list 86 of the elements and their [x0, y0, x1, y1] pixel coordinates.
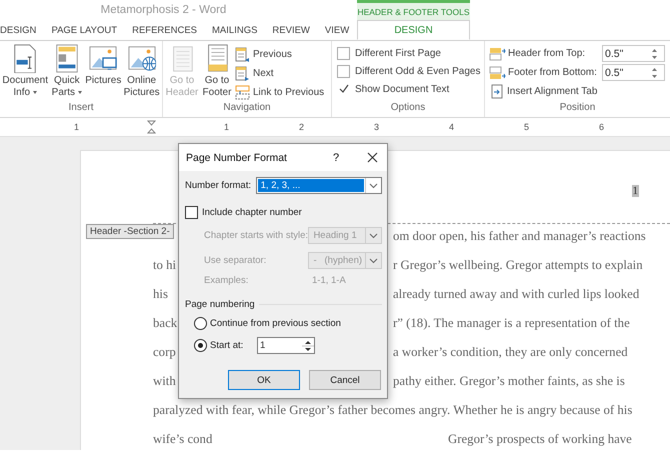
- checkbox[interactable]: [337, 64, 350, 78]
- field-label: Footer from Bottom:: [508, 67, 598, 78]
- checkbox-label: Different First Page: [355, 48, 441, 58]
- ribbon-button[interactable]: Go to Footer: [201, 43, 233, 99]
- ribbon-tab[interactable]: MAILINGS: [212, 22, 258, 38]
- body-text: to hi: [153, 257, 178, 274]
- group-title: Page numbering: [185, 299, 255, 310]
- checkbox-label: Show Document Text: [355, 84, 450, 94]
- field-label: Number format:: [185, 180, 252, 191]
- body-text: corp: [153, 344, 177, 361]
- body-text: back: [153, 315, 178, 332]
- group-label: Options: [390, 102, 426, 115]
- chevron-down-icon: [368, 256, 379, 264]
- body-text: paralyzed with fear, while Gregor’s father becomes angry. Whether he is angry because of his: [153, 403, 632, 417]
- group-label: Insert: [67, 102, 94, 115]
- radio-label: Start at:: [210, 340, 244, 351]
- checkbox[interactable]: [185, 206, 198, 219]
- ruler-number: 1: [222, 122, 230, 132]
- radio-button[interactable]: [194, 317, 207, 330]
- field-label: Use separator:: [204, 255, 268, 266]
- checkbox-label: Different Odd & Even Pages: [355, 66, 480, 76]
- ribbon-button[interactable]: Pictures: [85, 43, 122, 87]
- checkbox-label: Include chapter number: [202, 207, 302, 218]
- link-icon: [235, 84, 251, 100]
- ribbon-button[interactable]: Document Info: [2, 43, 48, 99]
- spin-field[interactable]: 0.5": [602, 64, 665, 81]
- body-text: r Gregor’s wellbeing. Gregor attempts to explain: [393, 257, 644, 274]
- ruler-number: 5: [522, 122, 530, 132]
- body-text: with: [153, 373, 177, 390]
- field-label: Examples:: [204, 275, 250, 286]
- ribbon-tab[interactable]: REFERENCES: [132, 22, 198, 38]
- body-text: his: [153, 286, 169, 303]
- body-text: Gregor’s prospects of working have: [448, 431, 633, 448]
- ribbon-tab[interactable]: PAGE LAYOUT: [51, 22, 118, 38]
- chevron-down-icon: [368, 232, 379, 240]
- body-text: already turned away and with curled lips looked: [393, 286, 640, 303]
- dialog-button[interactable]: OK: [228, 370, 300, 390]
- radio-button[interactable]: [194, 339, 207, 352]
- dropdown[interactable]: 1, 2, 3, ...: [256, 177, 382, 194]
- ribbon-button[interactable]: Quick Parts: [50, 43, 84, 99]
- ruler-number: 3: [372, 122, 380, 132]
- header-section-tag: Header -Section 2-: [86, 224, 174, 239]
- checkbox[interactable]: [337, 46, 350, 60]
- ribbon-tab[interactable]: DESIGN: [0, 22, 36, 38]
- spin-arrows-icon: [651, 66, 658, 78]
- window-title: Metamorphosis 2 - Word: [100, 4, 226, 16]
- body-text: wife’s cond: [153, 431, 214, 448]
- body-text: om door open, his father and manager’s reactions: [393, 228, 647, 245]
- ribbon-tab[interactable]: DESIGN: [357, 20, 470, 40]
- help-button[interactable]: ?: [329, 152, 343, 164]
- ribbon-tab[interactable]: REVIEW: [272, 22, 310, 38]
- alignment-tab-icon: [489, 84, 505, 100]
- spin-arrows-icon: [651, 48, 658, 60]
- example-text: 1-1, 1-A: [312, 275, 346, 286]
- group-label: Position: [558, 102, 596, 115]
- ribbon-button[interactable]: Online Pictures: [123, 43, 160, 99]
- online-picture-icon: [128, 44, 156, 73]
- dialog-button[interactable]: Cancel: [309, 370, 381, 390]
- close-icon: [366, 152, 378, 163]
- ribbon-button[interactable]: Previous: [235, 46, 324, 63]
- header-position-icon: [489, 46, 506, 60]
- ribbon-button[interactable]: Next: [235, 65, 324, 82]
- check-mark-icon: [338, 84, 348, 94]
- group-label: Navigation: [222, 102, 272, 115]
- radio-label: Continue from previous section: [210, 318, 341, 329]
- page-number: 1: [632, 185, 639, 197]
- previous-page-icon: [235, 46, 251, 62]
- ribbon-button[interactable]: Link to Previous: [235, 84, 324, 101]
- chevron-down-icon: [368, 182, 379, 190]
- ribbon-tab[interactable]: VIEW: [324, 22, 350, 38]
- dialog-title: Page Number Format: [186, 152, 287, 164]
- ruler-number: 6: [598, 122, 605, 132]
- ruler-number: 2: [298, 122, 305, 132]
- next-page-icon: [235, 66, 251, 82]
- spin-field[interactable]: 0.5": [602, 45, 665, 62]
- ribbon-button[interactable]: Insert Alignment Tab: [489, 83, 668, 100]
- footer-position-icon: [489, 66, 506, 80]
- field-label: Header from Top:: [508, 48, 586, 59]
- body-text: r” (18). The manager is a representation of the: [393, 315, 631, 332]
- spin-field[interactable]: 1: [257, 337, 315, 354]
- ruler-number: 1: [72, 122, 80, 132]
- field-label: Chapter starts with style:: [204, 230, 308, 241]
- body-text: a worker’s condition, they are only concerned: [393, 344, 629, 361]
- ruler-number: 4: [448, 122, 455, 132]
- contextual-tab-group-label: HEADER & FOOTER TOOLS: [357, 0, 470, 20]
- body-text: pathy either. Gregor’s mother faints, as she is: [393, 373, 626, 390]
